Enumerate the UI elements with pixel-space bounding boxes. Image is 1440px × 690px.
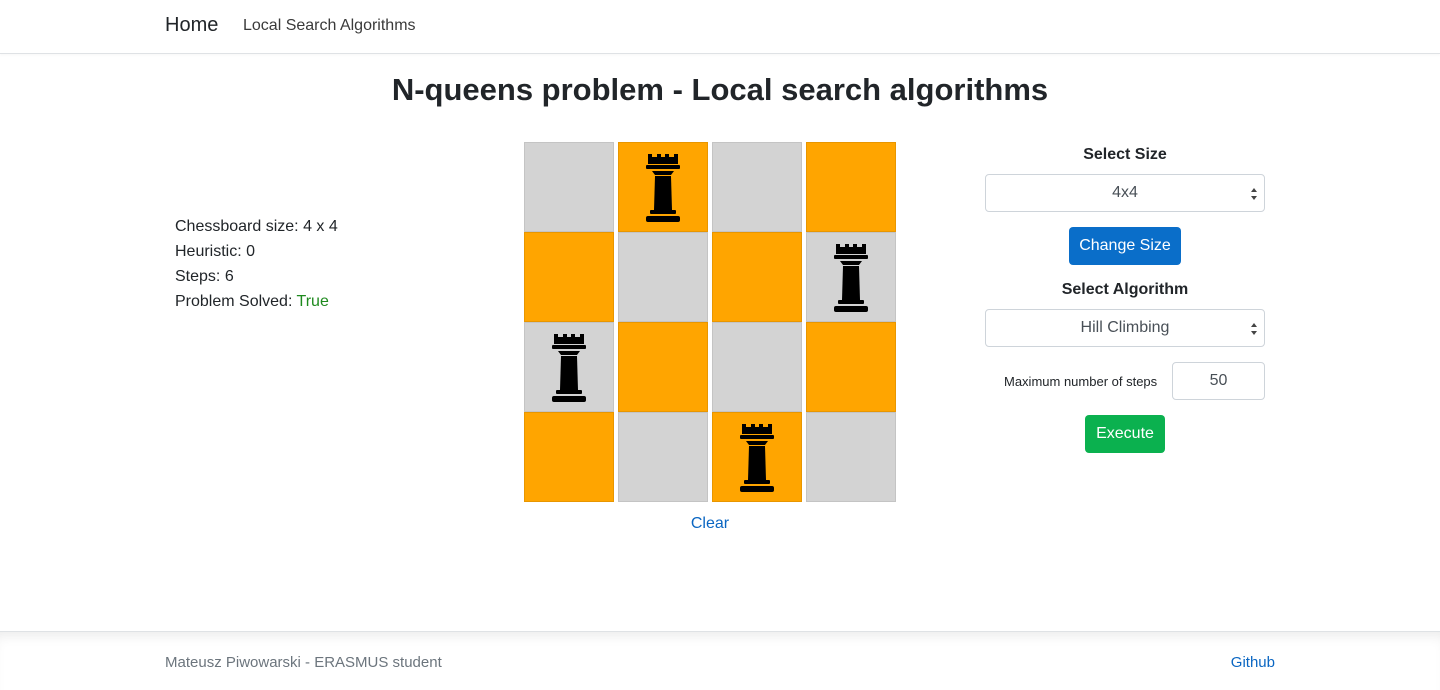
chessboard bbox=[524, 142, 896, 502]
select-algorithm-label: Select Algorithm bbox=[1061, 281, 1189, 298]
page-title: N-queens problem - Local search algorith… bbox=[391, 72, 1049, 107]
board-cell[interactable] bbox=[806, 232, 896, 322]
algorithm-select-value: Hill Climbing bbox=[1080, 319, 1170, 336]
board-cell[interactable] bbox=[618, 412, 708, 502]
stat-steps: Steps: 6 bbox=[175, 264, 338, 289]
board-cell[interactable] bbox=[712, 412, 802, 502]
stat-solved-label: Problem Solved: bbox=[175, 293, 297, 310]
board-cell[interactable] bbox=[806, 322, 896, 412]
algorithm-select[interactable]: Hill Climbing bbox=[985, 309, 1265, 347]
select-arrows-icon bbox=[1251, 188, 1257, 200]
select-arrows-icon bbox=[1251, 323, 1257, 335]
navbar: Home Local Search Algorithms bbox=[0, 0, 1440, 54]
stat-heuristic-value: 0 bbox=[246, 243, 256, 260]
max-steps-label: Maximum number of steps bbox=[1004, 373, 1158, 389]
stat-heuristic: Heuristic: 0 bbox=[175, 239, 338, 264]
board-cell[interactable] bbox=[618, 142, 708, 232]
stat-heuristic-label: Heuristic: bbox=[175, 243, 247, 260]
max-steps-row: Maximum number of steps 50 bbox=[985, 362, 1265, 400]
nav-local-search-link[interactable]: Local Search Algorithms bbox=[243, 17, 416, 35]
board-cell[interactable] bbox=[712, 322, 802, 412]
github-link[interactable]: Github bbox=[1231, 654, 1275, 671]
footer: Mateusz Piwowarski - ERASMUS student Git… bbox=[0, 631, 1440, 690]
stats-panel: Chessboard size: 4 x 4 Heuristic: 0 Step… bbox=[175, 214, 338, 314]
stat-solved-value: True bbox=[296, 293, 329, 310]
controls-panel: Select Size 4x4 Change Size Select Algor… bbox=[985, 142, 1265, 453]
board-cell[interactable] bbox=[524, 412, 614, 502]
board-cell[interactable] bbox=[524, 232, 614, 322]
select-size-label: Select Size bbox=[1083, 146, 1167, 163]
execute-button[interactable]: Execute bbox=[1085, 415, 1165, 453]
stat-steps-value: 6 bbox=[224, 268, 234, 285]
nav-home-link[interactable]: Home bbox=[165, 14, 218, 37]
board-cell[interactable] bbox=[524, 142, 614, 232]
stat-chessboard-size: Chessboard size: 4 x 4 bbox=[175, 214, 338, 239]
max-steps-input[interactable]: 50 bbox=[1172, 362, 1265, 400]
clear-button[interactable]: Clear bbox=[660, 515, 760, 533]
board-cell[interactable] bbox=[524, 322, 614, 412]
stat-size-value: 4 x 4 bbox=[303, 218, 338, 235]
board-cell[interactable] bbox=[712, 142, 802, 232]
board-cell[interactable] bbox=[618, 232, 708, 322]
board-cell[interactable] bbox=[618, 322, 708, 412]
footer-author: Mateusz Piwowarski - ERASMUS student bbox=[165, 654, 442, 671]
chess-queen-icon bbox=[834, 244, 868, 312]
size-select-value: 4x4 bbox=[1112, 184, 1138, 201]
stat-size-label: Chessboard size: bbox=[175, 218, 304, 235]
change-size-button[interactable]: Change Size bbox=[1069, 227, 1181, 265]
chess-queen-icon bbox=[740, 424, 774, 492]
stat-steps-label: Steps: bbox=[175, 268, 225, 285]
stat-problem-solved: Problem Solved: True bbox=[175, 289, 338, 314]
board-cell[interactable] bbox=[806, 142, 896, 232]
chess-queen-icon bbox=[646, 154, 680, 222]
board-cell[interactable] bbox=[806, 412, 896, 502]
board-cell[interactable] bbox=[712, 232, 802, 322]
size-select[interactable]: 4x4 bbox=[985, 174, 1265, 212]
chess-queen-icon bbox=[552, 334, 586, 402]
